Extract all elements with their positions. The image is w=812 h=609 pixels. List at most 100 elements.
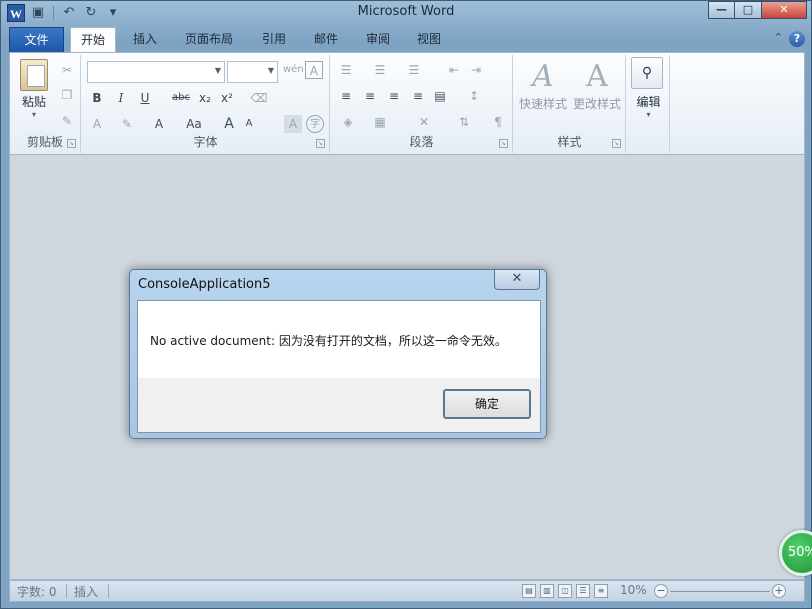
tab-insert[interactable]: 插入	[123, 27, 167, 53]
insert-mode[interactable]: 插入	[74, 583, 98, 600]
borders-icon[interactable]: ▦	[371, 113, 389, 131]
group-editing: ⚲ 编辑 ▾	[627, 55, 670, 153]
multilevel-list-icon[interactable]: ☰	[405, 61, 423, 79]
sort-icon[interactable]: ⇅	[455, 113, 473, 131]
phonetic-guide-icon[interactable]: wén	[283, 61, 304, 79]
bold-button[interactable]: B	[88, 89, 106, 107]
dialog-message-area: No active document: 因为没有打开的文档，所以这一命令无效。	[138, 301, 540, 378]
char-shading-icon[interactable]: A	[284, 115, 302, 133]
group-styles: A 快速样式 A 更改样式 样式 ↘	[514, 55, 626, 153]
italic-button[interactable]: I	[112, 89, 130, 107]
minimize-button[interactable]: —	[708, 1, 735, 19]
highlight-icon[interactable]: ✎	[118, 115, 136, 133]
quick-styles-button[interactable]: A 快速样式	[517, 59, 569, 112]
font-name-combo[interactable]: ▼	[87, 61, 225, 83]
close-button[interactable]: ✕	[762, 1, 807, 19]
draft-view-icon[interactable]: ≡	[594, 584, 608, 598]
status-divider	[66, 584, 67, 598]
distributed-icon[interactable]: ▤	[431, 87, 449, 105]
underline-button[interactable]: U	[136, 89, 154, 107]
group-font-label: 字体	[193, 135, 218, 149]
shading-icon[interactable]: ◈	[339, 113, 357, 131]
quick-styles-label: 快速样式	[518, 97, 567, 111]
clear-format-icon[interactable]: ⌫	[250, 89, 268, 107]
strikethrough-button[interactable]: abc	[170, 89, 192, 107]
cut-icon[interactable]: ✂	[58, 61, 76, 79]
tab-home[interactable]: 开始	[70, 27, 117, 53]
superscript-button[interactable]: x²	[218, 89, 236, 107]
paste-icon	[20, 59, 48, 91]
decrease-indent-icon[interactable]: ⇤	[445, 61, 463, 79]
tab-page-layout[interactable]: 页面布局	[175, 27, 243, 53]
align-right-icon[interactable]: ≡	[385, 87, 403, 105]
status-bar: 字数: 0 插入 ▤ ▥ ◫ ☰ ≡ 10% − +	[9, 580, 805, 602]
maximize-button[interactable]: □	[735, 1, 762, 19]
font-color-icon[interactable]: A	[150, 115, 168, 133]
help-icon[interactable]: ?	[789, 31, 805, 47]
zoom-level[interactable]: 10%	[620, 583, 647, 597]
tab-mailings[interactable]: 邮件	[304, 27, 348, 53]
bullets-icon[interactable]: ☰	[337, 61, 355, 79]
chinese-layout-icon[interactable]: ✕	[415, 113, 433, 131]
enclose-chars-icon[interactable]: 字	[306, 115, 324, 133]
dialog-title: ConsoleApplication5	[138, 277, 271, 292]
zoom-out-button[interactable]: −	[654, 584, 668, 598]
align-center-icon[interactable]: ≡	[361, 87, 379, 105]
dialog-message: No active document: 因为没有打开的文档，所以这一命令无效。	[150, 334, 507, 348]
justify-icon[interactable]: ≡	[409, 87, 427, 105]
full-screen-reading-icon[interactable]: ▥	[540, 584, 554, 598]
char-border-icon[interactable]: A	[305, 61, 323, 79]
paste-dropdown-icon[interactable]: ▾	[14, 110, 54, 119]
tab-references[interactable]: 引用	[252, 27, 296, 53]
text-effect-icon[interactable]: A	[88, 115, 106, 133]
change-styles-label: 更改样式	[572, 97, 621, 111]
change-styles-button[interactable]: A 更改样式	[571, 59, 623, 112]
grow-font-button[interactable]: A	[220, 115, 238, 133]
quick-styles-icon: A	[532, 59, 554, 94]
window-controls: — □ ✕	[708, 1, 807, 19]
subscript-button[interactable]: x₂	[196, 89, 214, 107]
ribbon-tabs: 文件 开始 插入 页面布局 引用 邮件 审阅 视图 ⌃ ?	[9, 27, 805, 53]
group-paragraph-label: 段落	[409, 135, 434, 149]
print-layout-icon[interactable]: ▤	[522, 584, 536, 598]
outline-view-icon[interactable]: ☰	[576, 584, 590, 598]
zoom-slider[interactable]	[670, 591, 770, 592]
group-paragraph: ☰ ☰ ☰ ⇤ ⇥ ≡ ≡ ≡ ≡ ▤ ↕ ◈ ▦ ✕ ⇅ ¶ 段落 ↘	[331, 55, 513, 153]
editing-button[interactable]: 编辑 ▾	[627, 93, 670, 119]
ok-button[interactable]: 确定	[443, 389, 531, 419]
show-marks-icon[interactable]: ¶	[489, 113, 507, 131]
window-title: Microsoft Word	[357, 4, 455, 19]
copy-icon[interactable]: ❐	[58, 86, 76, 104]
chevron-down-icon[interactable]: ▼	[215, 66, 221, 75]
change-case-button[interactable]: Aa	[182, 115, 206, 133]
binoculars-icon[interactable]: ⚲	[631, 57, 663, 89]
format-painter-icon[interactable]: ✎	[58, 112, 76, 130]
increase-indent-icon[interactable]: ⇥	[467, 61, 485, 79]
tab-file[interactable]: 文件	[9, 27, 64, 53]
line-spacing-icon[interactable]: ↕	[465, 87, 483, 105]
ribbon: 粘贴 ▾ ✂ ❐ ✎ 剪贴板 ↘ ▼ ▼ wén A B I U abc x₂ …	[9, 52, 805, 155]
zoom-in-button[interactable]: +	[772, 584, 786, 598]
minimize-ribbon-icon[interactable]: ⌃	[774, 31, 783, 47]
styles-launcher-icon[interactable]: ↘	[612, 139, 621, 148]
font-size-combo[interactable]: ▼	[227, 61, 278, 83]
font-launcher-icon[interactable]: ↘	[316, 139, 325, 148]
paste-label: 粘贴	[21, 95, 46, 109]
tab-view[interactable]: 视图	[407, 27, 451, 53]
chevron-down-icon[interactable]: ▼	[268, 66, 274, 75]
group-styles-label: 样式	[557, 135, 582, 149]
numbering-icon[interactable]: ☰	[371, 61, 389, 79]
paragraph-launcher-icon[interactable]: ↘	[499, 139, 508, 148]
status-divider	[108, 584, 109, 598]
paste-button[interactable]: 粘贴 ▾	[14, 59, 54, 119]
word-count[interactable]: 字数: 0	[17, 583, 57, 600]
clipboard-launcher-icon[interactable]: ↘	[67, 139, 76, 148]
shrink-font-button[interactable]: A	[240, 115, 258, 133]
change-styles-icon: A	[586, 59, 608, 94]
tab-review[interactable]: 审阅	[356, 27, 400, 53]
align-left-icon[interactable]: ≡	[337, 87, 355, 105]
editing-label: 编辑	[636, 95, 661, 109]
title-bar: W ▣ ↶ ↻ ▾ Microsoft Word — □ ✕	[1, 1, 811, 27]
dialog-close-button[interactable]: ✕	[494, 270, 540, 290]
web-layout-icon[interactable]: ◫	[558, 584, 572, 598]
